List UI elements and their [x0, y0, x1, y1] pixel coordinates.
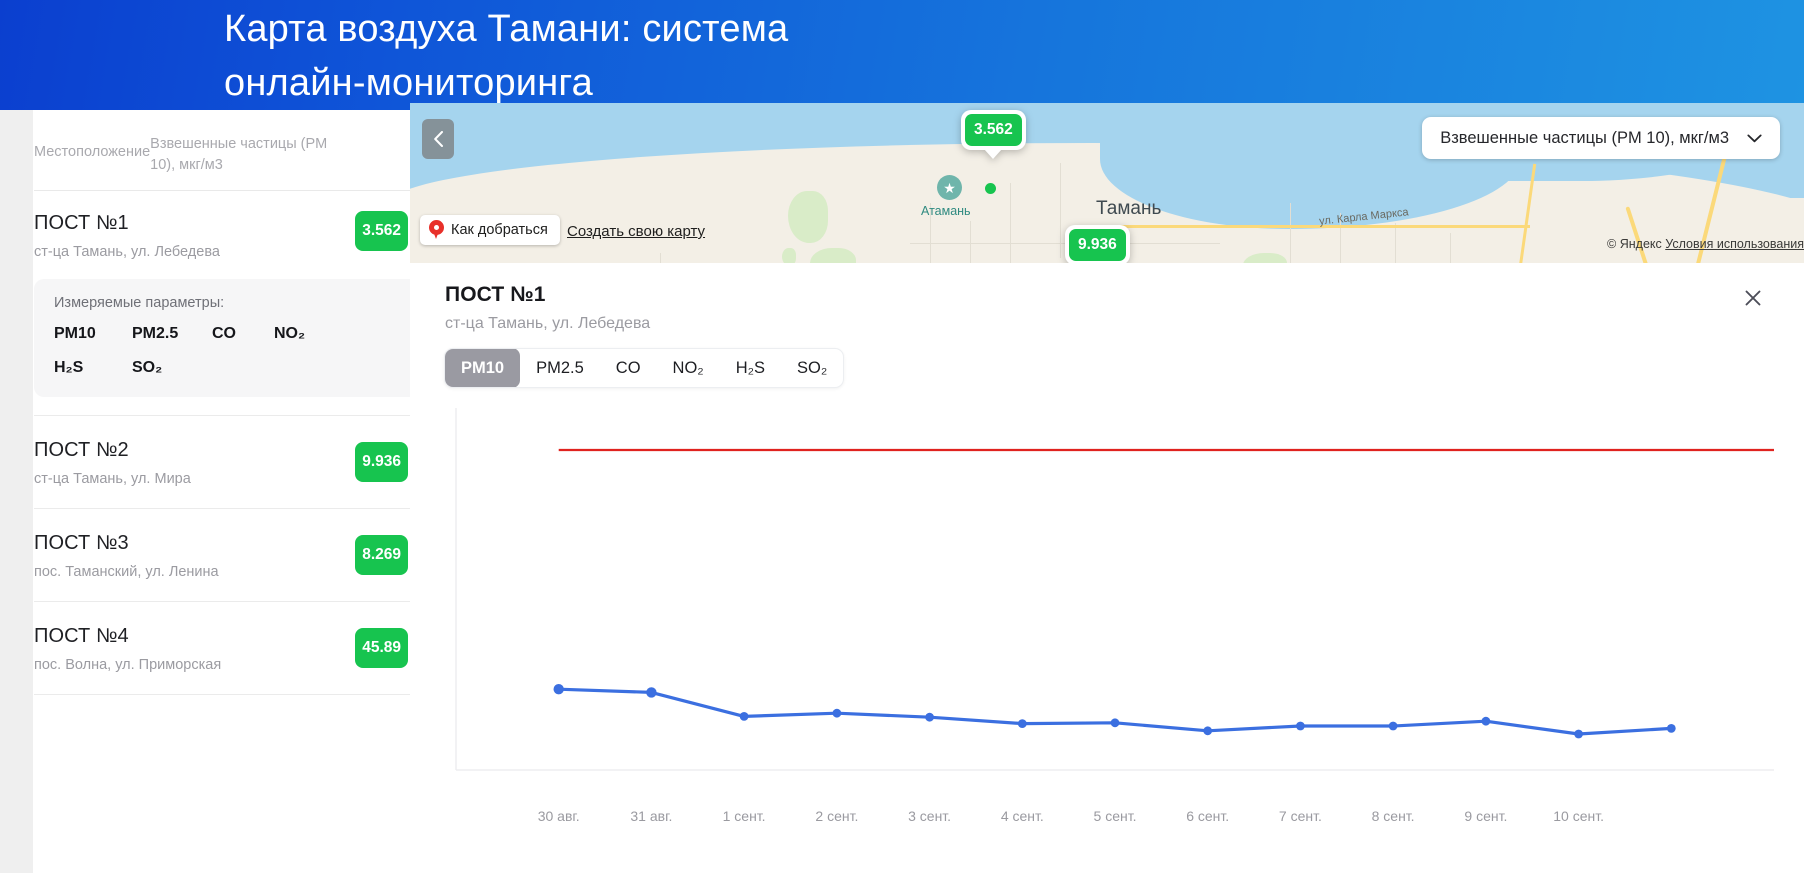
x-tick-label: 9 сент. — [1464, 808, 1508, 824]
map-road — [1290, 203, 1291, 263]
measured-params-title: Измеряемые параметры: — [54, 295, 225, 311]
tab-so2[interactable]: SO₂ — [781, 349, 843, 387]
map-marker-post2[interactable]: 9.936 — [1065, 225, 1130, 263]
map-road — [1010, 183, 1011, 263]
map-directions-button[interactable]: Как добраться — [420, 215, 560, 245]
map-label-ataman: Атамань — [921, 204, 971, 218]
map-park-3 — [782, 248, 796, 263]
map-view[interactable]: 3.562 9.936 ★ Атамань Тамань ул. Карла М… — [410, 103, 1804, 263]
map-marker-post1[interactable]: 3.562 — [961, 110, 1026, 159]
tab-pm10[interactable]: PM10 — [445, 349, 521, 387]
post-address: пос. Таманский, ул. Ленина — [34, 564, 219, 580]
tab-co[interactable]: CO — [600, 349, 657, 387]
chart-x-axis-labels: 30 авг. 31 авг. 1 сент. 2 сент. 3 сент. 4 сен… — [444, 808, 1774, 848]
post-address: ст-ца Тамань, ул. Лебедева — [34, 244, 220, 260]
sidebar-column-headers: Местоположение Взвешенные частицы (PM 10… — [34, 110, 432, 191]
map-copyright-text: © Яндекс — [1607, 237, 1662, 251]
post-value-badge: 9.936 — [355, 442, 408, 482]
x-tick-label: 31 авг. — [630, 808, 673, 824]
pollutant-tabs: PM10 PM2.5 CO NO₂ H₂S SO₂ — [444, 348, 845, 388]
station-detail-panel: ПОСТ №1 ст-ца Тамань, ул. Лебедева PM10 … — [410, 263, 1804, 873]
x-tick-label: 6 сент. — [1186, 808, 1230, 824]
x-tick-label: 10 сент. — [1553, 808, 1604, 824]
data-point — [925, 712, 934, 722]
tab-h2s[interactable]: H₂S — [720, 349, 781, 387]
location-pin-icon — [429, 220, 444, 240]
map-road — [660, 253, 661, 263]
post-value-badge: 8.269 — [355, 535, 408, 575]
param-h2s: H₂S — [54, 359, 84, 376]
data-point — [1296, 721, 1305, 731]
series-line-pm10 — [557, 687, 1673, 736]
data-point — [739, 712, 749, 721]
measured-params-card: Измеряемые параметры: PM10 PM2.5 CO NO₂ … — [34, 279, 432, 397]
map-create-own-map-link[interactable]: Создать свою карту — [567, 223, 705, 240]
page-header: Карта воздуха Тамани: система онлайн-мон… — [0, 0, 1804, 110]
posts-sidebar: Местоположение Взвешенные частицы (PM 10… — [33, 110, 470, 873]
param-so2: SO₂ — [132, 359, 163, 376]
map-road — [970, 221, 971, 263]
x-tick-label: 1 сент. — [722, 808, 766, 824]
post-address: ст-ца Тамань, ул. Мира — [34, 471, 191, 487]
tab-no2[interactable]: NO₂ — [657, 349, 720, 387]
post-list-item-4[interactable]: ПОСТ №4 пос. Волна, ул. Приморская 45.89 — [34, 602, 432, 695]
post-list-item-3[interactable]: ПОСТ №3 пос. Таманский, ул. Ленина 8.269 — [34, 509, 432, 602]
map-poi-ataman-icon: ★ — [937, 175, 962, 200]
tab-pm25[interactable]: PM2.5 — [520, 349, 600, 387]
map-point-post1[interactable] — [985, 183, 996, 194]
chart-canvas — [455, 408, 1774, 771]
post-address: пос. Волна, ул. Приморская — [34, 657, 222, 673]
map-label-taman: Тамань — [1096, 198, 1162, 219]
data-point — [1574, 729, 1583, 739]
data-point — [1666, 724, 1676, 733]
data-point — [1203, 726, 1213, 736]
map-copyright: © Яндекс Условия использования — [1607, 237, 1804, 251]
map-road — [1395, 223, 1396, 263]
data-point — [832, 708, 842, 718]
parameter-selector-value: Взвешенные частицы (PM 10), мкг/м3 — [1440, 128, 1729, 147]
post-value-badge: 3.562 — [355, 211, 408, 251]
post-list-item-1[interactable]: ПОСТ №1 ст-ца Тамань, ул. Лебедева 3.562 — [34, 191, 432, 271]
x-tick-label: 4 сент. — [1000, 808, 1044, 824]
map-marker-tail — [984, 149, 1003, 159]
map-marker-value: 9.936 — [1069, 229, 1126, 261]
column-header-location: Местоположение — [34, 144, 151, 160]
map-terms-link[interactable]: Условия использования — [1665, 237, 1804, 251]
measured-params-grid: PM10 PM2.5 CO NO₂ H₂S SO₂ — [54, 325, 412, 377]
post-list-item-2[interactable]: ПОСТ №2 ст-ца Тамань, ул. Мира 9.936 — [34, 415, 432, 509]
panel-title: ПОСТ №1 — [445, 283, 546, 306]
x-tick-label: 2 сент. — [815, 808, 859, 824]
param-pm25: PM2.5 — [132, 325, 179, 342]
x-tick-label: 7 сент. — [1278, 808, 1322, 824]
page-title: Карта воздуха Тамани: система онлайн-мон… — [224, 8, 789, 104]
param-co: CO — [212, 325, 236, 342]
map-collapse-button[interactable] — [422, 119, 454, 159]
post-value-badge: 45.89 — [355, 628, 408, 668]
left-gutter — [0, 110, 33, 873]
x-tick-label: 8 сент. — [1371, 808, 1415, 824]
map-park-1 — [788, 191, 828, 243]
map-road — [1450, 233, 1451, 263]
x-tick-label: 5 сент. — [1093, 808, 1137, 824]
data-point — [1481, 716, 1491, 726]
data-point — [646, 687, 657, 698]
data-point — [1017, 719, 1027, 728]
data-point — [553, 684, 564, 695]
param-no2: NO₂ — [274, 325, 306, 342]
x-tick-label: 30 авг. — [537, 808, 580, 824]
data-point — [1110, 718, 1120, 728]
data-point — [1388, 721, 1398, 731]
chevron-left-icon — [433, 131, 444, 147]
map-marker-value: 3.562 — [965, 114, 1022, 146]
column-header-parameter: Взвешенные частицы (PM 10), мкг/м3 — [150, 136, 328, 173]
map-directions-label: Как добраться — [451, 222, 548, 238]
x-tick-label: 3 сент. — [908, 808, 952, 824]
chevron-down-icon — [1747, 129, 1762, 148]
param-pm10: PM10 — [54, 325, 96, 342]
panel-subtitle: ст-ца Тамань, ул. Лебедева — [445, 315, 651, 332]
timeseries-chart[interactable]: 30 авг. 31 авг. 1 сент. 2 сент. 3 сент. 4 сен… — [444, 408, 1774, 848]
parameter-selector[interactable]: Взвешенные частицы (PM 10), мкг/м3 — [1422, 117, 1780, 159]
close-icon[interactable] — [1740, 285, 1766, 311]
